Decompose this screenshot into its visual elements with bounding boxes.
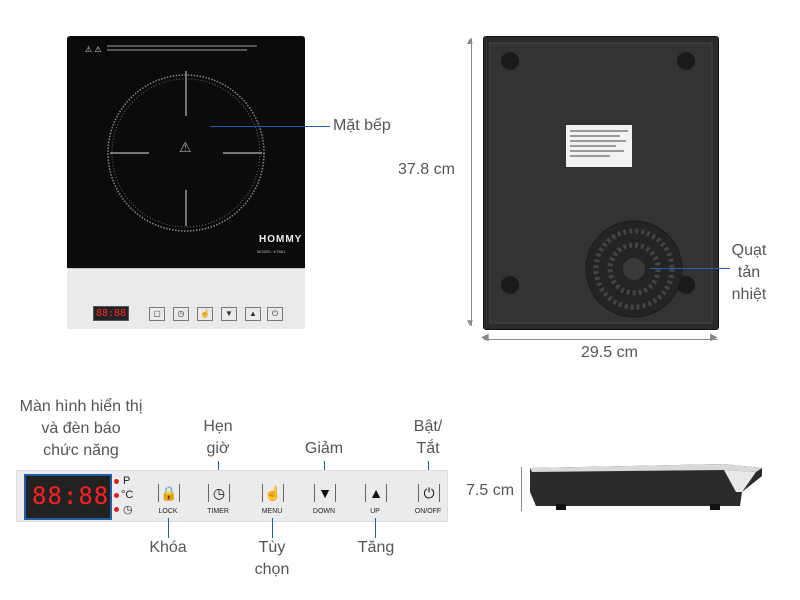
onoff-callout-2: Tắt [416, 440, 440, 457]
mini-menu-button: ☝ [197, 307, 213, 321]
indicator-p: P [123, 475, 131, 487]
power-button[interactable]: ⏻ [418, 484, 440, 502]
lock-caption: LOCK [158, 508, 178, 515]
fan-label-1: Quạt [731, 242, 767, 259]
menu-callout-1: Tùy [258, 539, 286, 556]
segment-display: 88:88 [32, 482, 110, 510]
height-label: 37.8 cm [398, 161, 455, 178]
fan-label-3: nhiệt [731, 286, 767, 303]
mini-down-button: ▼ [221, 307, 237, 321]
surface-label: Mặt bếp [333, 117, 391, 134]
brand-logo: HOMMY [259, 234, 303, 245]
mini-lock-button: ▢ [149, 307, 165, 321]
fan-label-2: tản [737, 264, 761, 281]
width-label: 29.5 cm [581, 344, 638, 361]
up-callout-line [375, 518, 376, 538]
arrow-left-icon: ◀ [481, 332, 489, 343]
power-caption: ON/OFF [414, 508, 442, 515]
up-callout: Tăng [357, 539, 395, 556]
display-callout-3: chức năng [43, 442, 119, 459]
down-callout: Giảm [304, 440, 344, 457]
onoff-callout-1: Bật/ [413, 418, 443, 435]
display-panel: 88:88 [24, 474, 112, 520]
fan-callout-line [650, 268, 730, 269]
menu-button[interactable]: ☝ [262, 484, 284, 502]
menu-callout-2: chọn [254, 561, 290, 578]
cooktop-bottom-view [483, 36, 719, 330]
display-callout-1: Màn hình hiển thị [19, 398, 143, 415]
model-text: MODEL: KT861 [257, 249, 286, 254]
up-button[interactable]: ▲ [365, 484, 387, 502]
indicator-led-timer [114, 507, 119, 512]
up-caption: UP [370, 508, 380, 515]
menu-callout-line [272, 518, 273, 538]
mini-power-button: ⏻ [267, 307, 283, 321]
indicator-led-celsius [114, 493, 119, 498]
mini-display: 88:88 [93, 306, 129, 321]
arrow-down-icon: ▼ [465, 318, 475, 329]
height-dimension-line [471, 38, 472, 326]
surface-callout-line [210, 126, 330, 127]
timer-caption: TIMER [207, 508, 229, 515]
timer-callout-1: Hẹn [203, 418, 233, 435]
down-button[interactable]: ▼ [314, 484, 336, 502]
down-caption: DOWN [312, 508, 336, 515]
indicator-led-p [114, 479, 119, 484]
cooktop-control-strip: 88:88 ▢ ◷ ☝ ▼ ▲ ⏻ [67, 268, 305, 329]
mini-up-button: ▲ [245, 307, 261, 321]
hot-surface-icon: ⚠ [179, 139, 192, 155]
timer-callout-2: giờ [206, 440, 230, 457]
lock-callout: Khóa [149, 539, 187, 556]
lock-button[interactable]: 🔒 [158, 484, 180, 502]
lock-callout-line [168, 518, 169, 538]
arrow-up-icon: ▲ [465, 36, 475, 47]
width-dimension-line [484, 339, 718, 340]
arrow-right-icon: ▶ [710, 332, 718, 343]
timer-button[interactable]: ◷ [208, 484, 230, 502]
menu-caption: MENU [261, 508, 283, 515]
indicator-celsius: °C [121, 489, 134, 501]
cooktop-side-view [530, 464, 762, 510]
mini-timer-button: ◷ [173, 307, 189, 321]
depth-dimension-line [521, 467, 522, 511]
bottom-view-graphic [489, 42, 713, 324]
display-callout-2: và đèn báo [41, 420, 121, 437]
warning-icon: ⚠ ⚠ [85, 45, 102, 54]
indicator-timer-icon: ◷ [123, 504, 133, 516]
depth-label: 7.5 cm [466, 482, 515, 499]
